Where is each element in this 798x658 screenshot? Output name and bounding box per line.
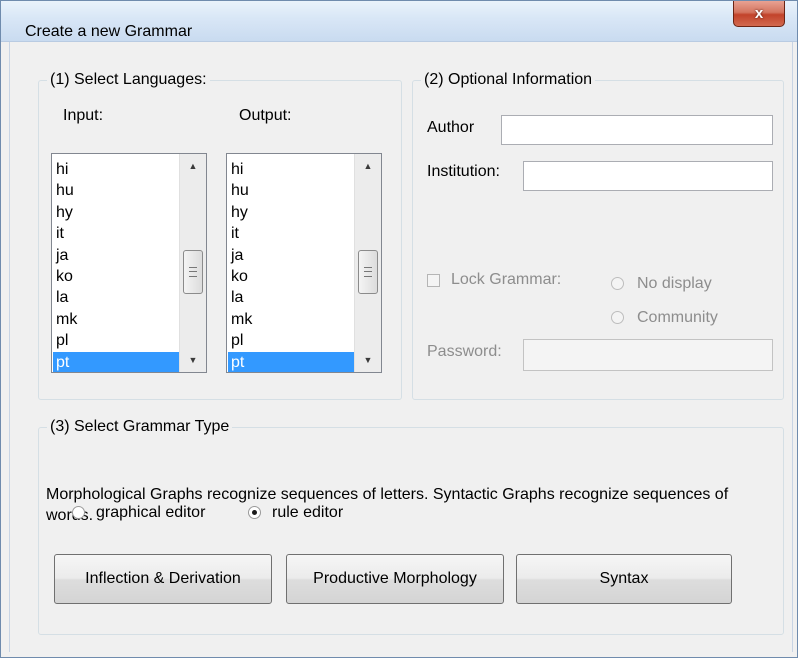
scroll-thumb[interactable] — [358, 250, 378, 294]
grammar-type-title: (3) Select Grammar Type — [47, 418, 233, 436]
list-item[interactable]: it — [228, 223, 354, 244]
window-title: Create a new Grammar — [25, 23, 193, 40]
inflection-derivation-button[interactable]: Inflection & Derivation — [54, 554, 272, 604]
list-item[interactable]: ja — [228, 245, 354, 266]
institution-label: Institution: — [427, 163, 500, 180]
optional-information-title: (2) Optional Information — [421, 71, 596, 89]
scroll-up-arrow-icon[interactable]: ▲ — [180, 156, 206, 176]
graphical-editor-radio[interactable] — [72, 506, 85, 519]
dialog-window: Create a new Grammar x (1) Select Langua… — [0, 0, 798, 658]
input-language-label: Input: — [63, 107, 104, 124]
list-item[interactable]: mk — [228, 309, 354, 330]
graphical-editor-label: graphical editor — [96, 504, 206, 521]
output-language-listbox[interactable]: hi hu hy it ja ko la mk pl pt ▲ ▼ — [226, 153, 382, 373]
input-language-listbox[interactable]: hi hu hy it ja ko la mk pl pt ▲ ▼ — [51, 153, 207, 373]
scroll-thumb[interactable] — [183, 250, 203, 294]
dialog-client-area: (1) Select Languages: Input: Output: hi h… — [9, 42, 793, 652]
input-language-items: hi hu hy it ja ko la mk pl pt — [53, 159, 179, 372]
grip-icon — [189, 267, 197, 277]
grip-icon — [364, 267, 372, 277]
institution-field[interactable] — [523, 161, 773, 191]
select-languages-group: (1) Select Languages: Input: Output: hi h… — [38, 71, 402, 400]
list-item[interactable]: la — [228, 287, 354, 308]
syntax-button[interactable]: Syntax — [516, 554, 732, 604]
lock-grammar-label: Lock Grammar: — [451, 271, 562, 288]
list-item[interactable]: pt — [228, 351, 354, 372]
institution-input[interactable] — [524, 162, 772, 190]
author-label: Author — [427, 119, 475, 136]
scroll-down-arrow-icon[interactable]: ▼ — [180, 350, 206, 370]
close-icon: x — [754, 5, 764, 22]
list-item[interactable]: ko — [53, 266, 179, 287]
author-field[interactable] — [501, 115, 773, 145]
password-input[interactable] — [524, 340, 772, 370]
productive-morphology-button[interactable]: Productive Morphology — [286, 554, 504, 604]
list-item[interactable]: pl — [53, 330, 179, 351]
list-item[interactable]: hi — [53, 159, 179, 180]
scroll-down-arrow-icon[interactable]: ▼ — [355, 350, 381, 370]
list-item[interactable]: mk — [53, 309, 179, 330]
no-display-label: No display — [637, 275, 712, 292]
list-item[interactable]: hy — [53, 202, 179, 223]
list-item[interactable]: ko — [228, 266, 354, 287]
lock-grammar-checkbox[interactable] — [427, 274, 440, 287]
scroll-up-arrow-icon[interactable]: ▲ — [355, 156, 381, 176]
list-item[interactable]: pl — [228, 330, 354, 351]
input-list-scrollbar[interactable]: ▲ ▼ — [179, 154, 206, 372]
output-list-scrollbar[interactable]: ▲ ▼ — [354, 154, 381, 372]
select-languages-title: (1) Select Languages: — [47, 71, 210, 89]
output-language-label: Output: — [239, 107, 292, 124]
rule-editor-radio[interactable] — [248, 506, 261, 519]
list-item[interactable]: pt — [53, 351, 179, 372]
password-label: Password: — [427, 343, 502, 360]
list-item[interactable]: hi — [228, 159, 354, 180]
list-item[interactable]: it — [53, 223, 179, 244]
password-field[interactable] — [523, 339, 773, 371]
rule-editor-label: rule editor — [272, 504, 344, 521]
community-label: Community — [637, 309, 718, 326]
community-radio[interactable] — [611, 311, 624, 324]
output-language-items: hi hu hy it ja ko la mk pl pt — [228, 159, 354, 372]
optional-information-group: (2) Optional Information Author Institut… — [412, 71, 784, 400]
no-display-radio[interactable] — [611, 277, 624, 290]
list-item[interactable]: hu — [53, 180, 179, 201]
author-input[interactable] — [502, 116, 772, 144]
list-item[interactable]: la — [53, 287, 179, 308]
close-button[interactable]: x — [733, 1, 785, 27]
list-item[interactable]: hy — [228, 202, 354, 223]
list-item[interactable]: ja — [53, 245, 179, 266]
title-bar[interactable]: Create a new Grammar x — [1, 1, 797, 42]
list-item[interactable]: hu — [228, 180, 354, 201]
